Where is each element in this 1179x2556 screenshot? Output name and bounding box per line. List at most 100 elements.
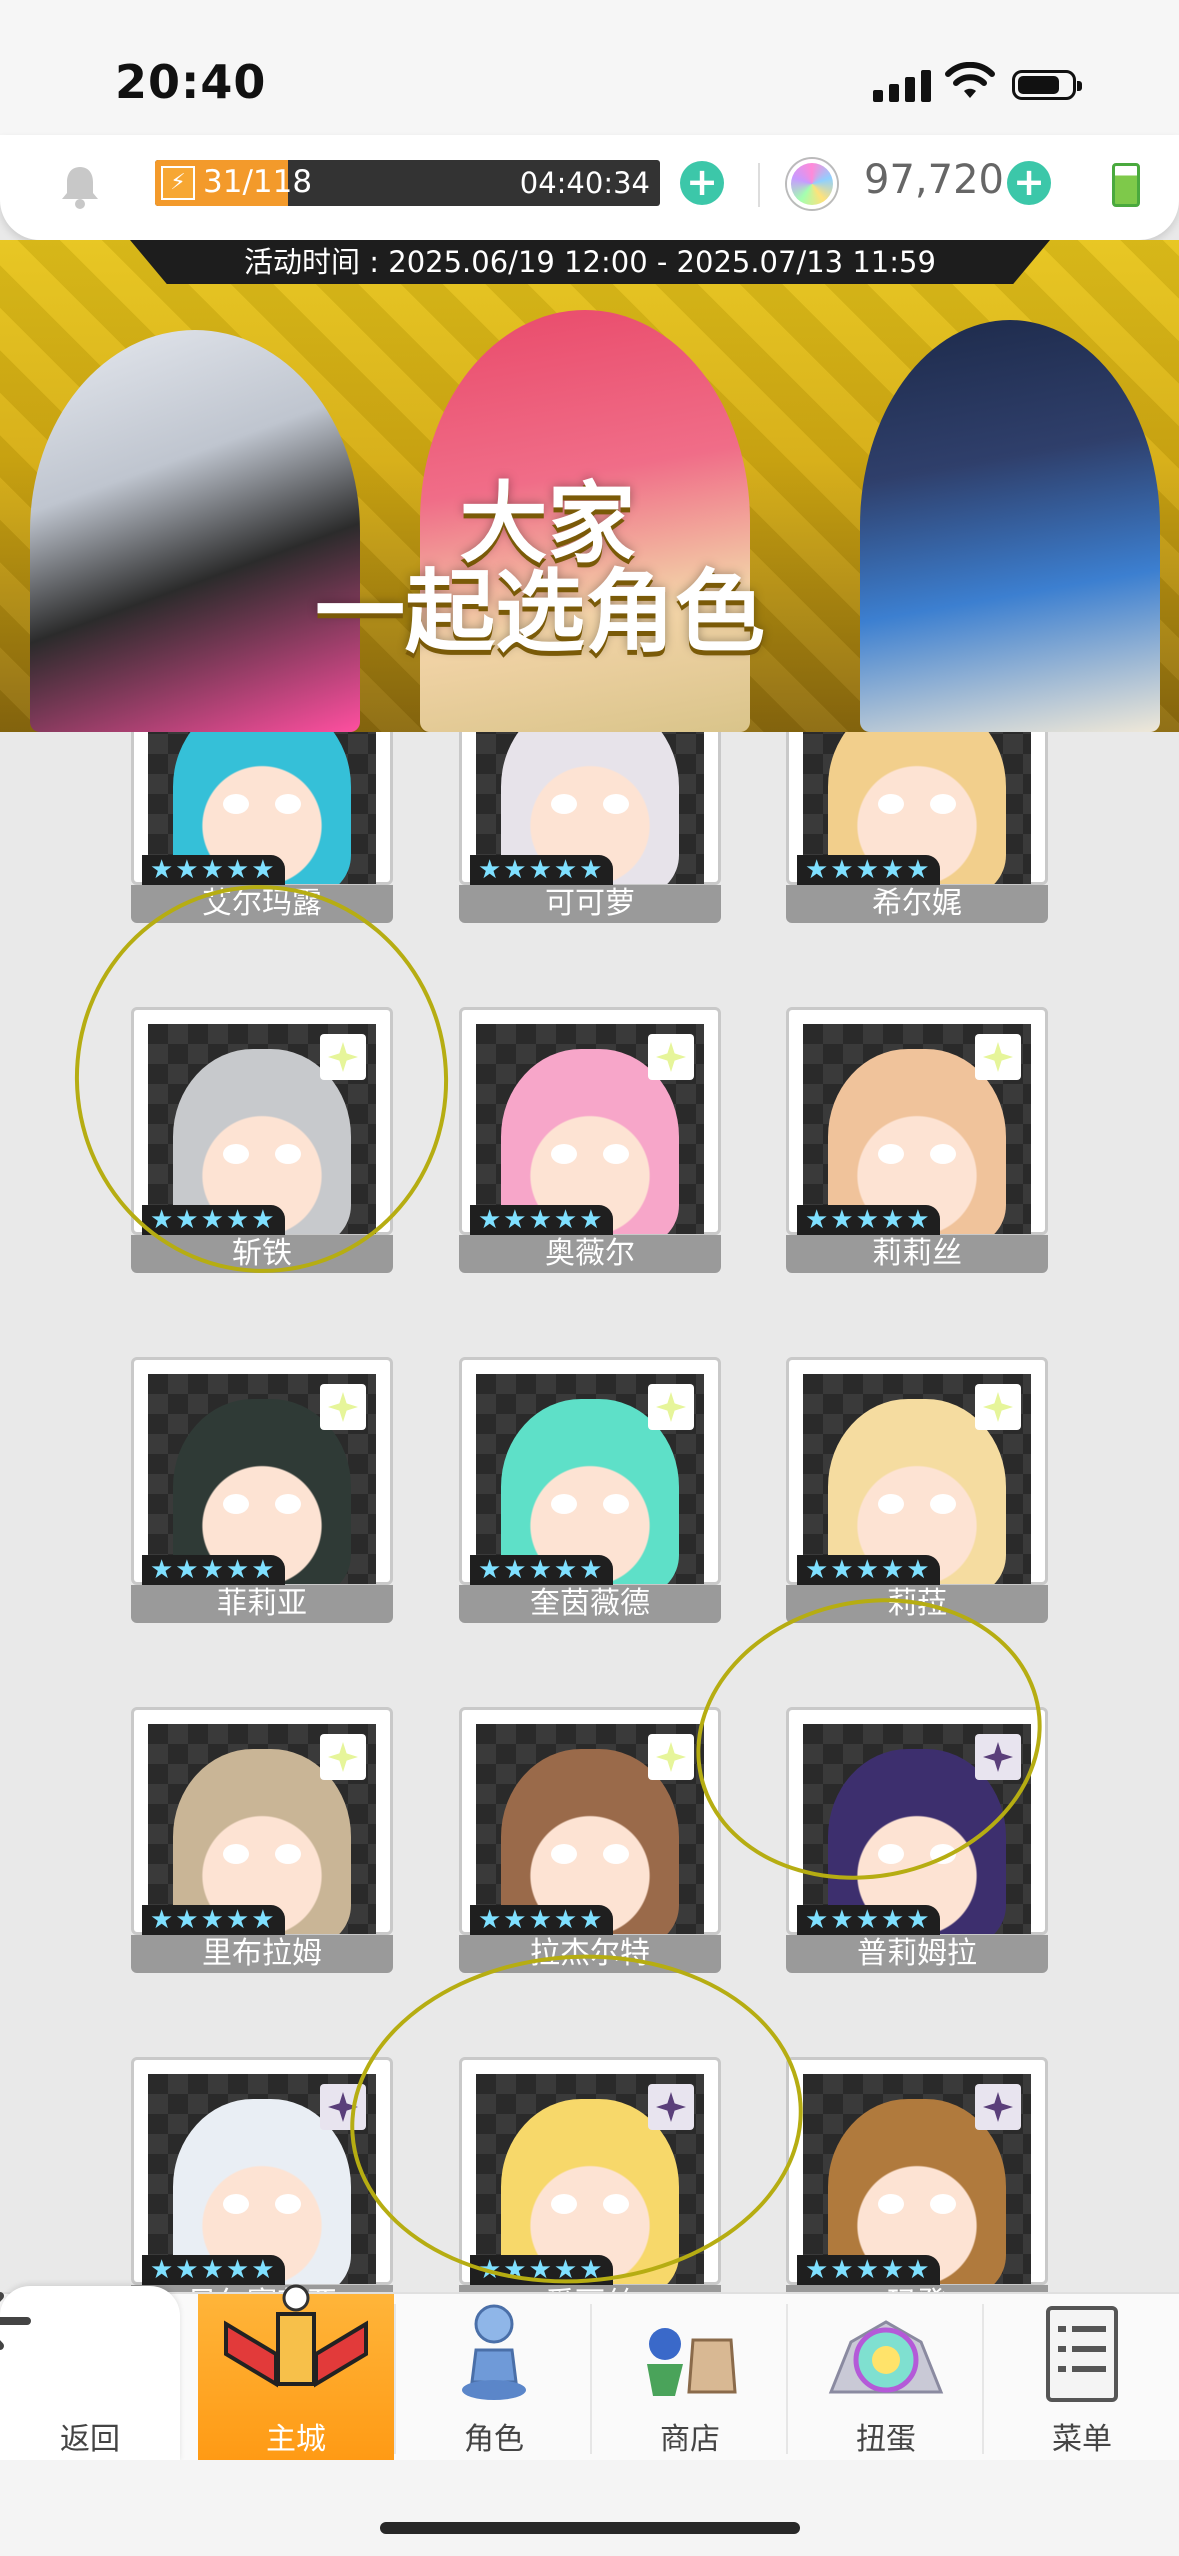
star-rating: ★★★★★ [142,855,285,885]
star-rating: ★★★★★ [470,1905,613,1935]
sparkle-icon [328,1392,358,1422]
card-frame: ★★★★★ [459,1357,721,1585]
eye [930,1144,956,1164]
character-name: 可可萝 [459,885,721,923]
gem-icon [787,159,837,209]
home-label: 主城 [266,2422,326,2457]
character-name: 菲莉亚 [131,1585,393,1623]
back-button[interactable]: 返回 [0,2286,180,2462]
card-frame: ★★★★★ [459,1707,721,1935]
star-rating: ★★★★★ [470,1205,613,1235]
eye [878,1494,904,1514]
sparkle-icon [656,1742,686,1772]
card-frame: ★★★★★ [786,732,1048,885]
element-badge [975,1384,1021,1430]
eye [551,1844,577,1864]
safe-area [0,2460,1179,2556]
character-card[interactable]: ★★★★★ 奥薇尔 [459,1007,721,1273]
sparkle-icon [656,1392,686,1422]
element-badge [648,1384,694,1430]
star-rating: ★★★★★ [142,1555,285,1585]
star-rating: ★★★★★ [142,1905,285,1935]
lightning-icon: ⚡ [161,166,195,200]
eye [223,2194,249,2214]
character-card[interactable]: ★★★★★ 莉莉丝 [786,1007,1048,1273]
banner-character-right [860,320,1160,732]
back-label: 返回 [60,2422,120,2457]
gacha-label: 扭蛋 [856,2422,916,2457]
character-card[interactable]: ★★★★★ 莉菈 [786,1357,1048,1623]
gacha-orb-icon [828,2320,944,2394]
character-card[interactable]: ★★★★★贝尔赛芙亚 [131,2057,393,2292]
home-indicator[interactable] [380,2522,800,2534]
eye [275,794,301,814]
add-gems-button[interactable]: + [1007,161,1051,205]
tab-home[interactable]: 主城 [198,2284,394,2462]
eye [551,1494,577,1514]
star-rating: ★★★★★ [797,1205,940,1235]
star-rating: ★★★★★ [797,1905,940,1935]
sparkle-icon [656,1042,686,1072]
character-card[interactable]: ★★★★★ 拉杰尔特 [459,1707,721,1973]
card-frame: ★★★★★ [786,2057,1048,2285]
star-rating: ★★★★★ [470,855,613,885]
element-badge [320,1734,366,1780]
star-rating: ★★★★★ [142,2255,285,2285]
character-portrait [803,1374,1031,1584]
card-frame: ★★★★★ [459,732,721,885]
sparkle-icon [983,1392,1013,1422]
status-time: 20:40 [115,55,267,109]
banner-title: 大家 一起选角色 [315,472,765,665]
eye [878,1144,904,1164]
character-name: 里布拉姆 [131,1935,393,1973]
eye [223,1844,249,1864]
character-name: 希尔娓 [786,885,1048,923]
star-rating: ★★★★★ [470,1555,613,1585]
wifi-icon [945,62,995,98]
divider [758,163,760,207]
eye [930,1494,956,1514]
shop-bag-icon [647,2328,737,2396]
eye [603,794,629,814]
star-rating: ★★★★★ [797,2255,940,2285]
eye [223,1494,249,1514]
sparkle-icon [983,2092,1013,2122]
gem-count: 97,720 [864,157,1004,203]
eye [551,1144,577,1164]
character-portrait [476,1724,704,1934]
character-card[interactable]: ★★★★★玛登 [786,2057,1048,2292]
element-badge [975,2084,1021,2130]
device-battery-icon [1112,163,1140,207]
character-portrait [148,1724,376,1934]
character-portrait [148,1374,376,1584]
add-stamina-button[interactable]: + [680,161,724,205]
shop-label: 商店 [660,2422,720,2457]
tab-characters[interactable]: 角色 [396,2294,592,2462]
bell-icon[interactable] [55,161,105,211]
battery-icon [1012,70,1082,100]
banner-character-left [30,330,360,732]
eye [878,2194,904,2214]
tab-shop[interactable]: 商店 [592,2294,788,2462]
menu-list-icon [1046,2306,1118,2402]
character-name: 莉莉丝 [786,1235,1048,1273]
character-portrait [148,2074,376,2284]
character-card[interactable]: ★★★★★ 奎茵薇德 [459,1357,721,1623]
tab-gacha[interactable]: 扭蛋 [788,2294,984,2462]
resource-bar: ⚡ 31/118 04:40:34 + 97,720 + [0,135,1179,240]
event-banner[interactable]: 活动时间 : 2025.06/19 12:00 - 2025.07/13 11:… [0,240,1179,732]
character-card[interactable]: ★★★★★ 希尔娓 [786,732,1048,923]
back-arrow-icon [0,2292,31,2350]
eye [603,1144,629,1164]
star-rating: ★★★★★ [797,855,940,885]
character-portrait [476,1024,704,1234]
eye [551,794,577,814]
eye [930,2194,956,2214]
card-frame: ★★★★★ [131,732,393,885]
character-card[interactable]: ★★★★★ 里布拉姆 [131,1707,393,1973]
character-card[interactable]: ★★★★★ 菲莉亚 [131,1357,393,1623]
character-card[interactable]: ★★★★★ 可可萝 [459,732,721,923]
character-portrait [803,1024,1031,1234]
tab-menu[interactable]: 菜单 [984,2294,1179,2462]
eye [275,2194,301,2214]
